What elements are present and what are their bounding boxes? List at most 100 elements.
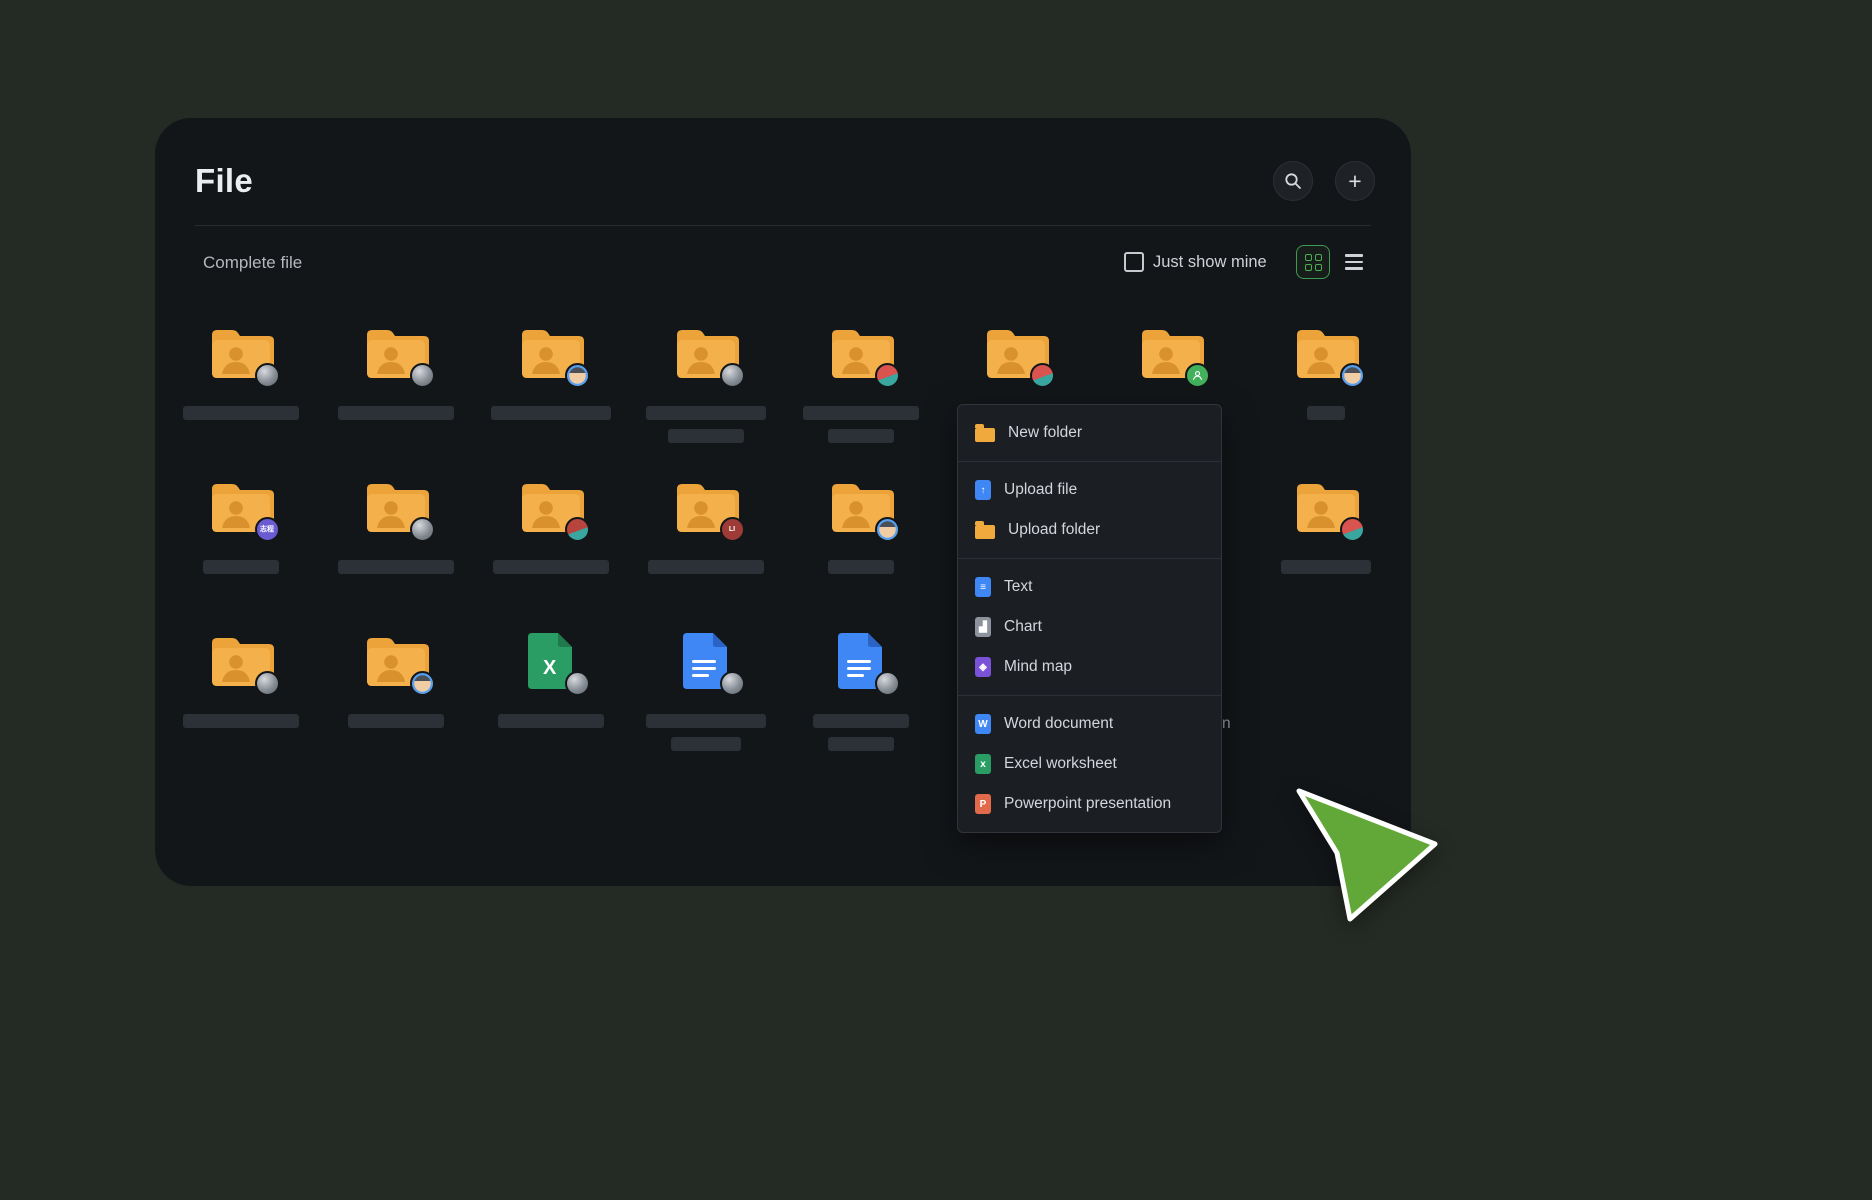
mind-map-icon: ◈ bbox=[975, 657, 991, 677]
folder-icon bbox=[518, 478, 584, 536]
folder-icon bbox=[363, 632, 429, 690]
excel-item[interactable]: X bbox=[473, 622, 628, 776]
name-placeholder-bar bbox=[813, 714, 909, 728]
avatar-badge bbox=[720, 671, 745, 696]
menu-item-label: Excel worksheet bbox=[1004, 755, 1117, 773]
grid-view-button[interactable] bbox=[1296, 245, 1330, 279]
menu-group: ≡Text ▟ Chart ◈ Mind map bbox=[958, 559, 1221, 695]
excel-file-icon: X bbox=[518, 632, 584, 690]
file-manager-window: File + Complete file Just show mine 志程LI… bbox=[155, 118, 1411, 886]
folder-item[interactable] bbox=[1248, 314, 1403, 468]
text-doc-icon: ≡ bbox=[975, 577, 991, 597]
menu-item-label: Mind map bbox=[1004, 658, 1072, 676]
folder-item[interactable] bbox=[318, 314, 473, 468]
menu-item-label: New folder bbox=[1008, 424, 1082, 442]
folder-icon bbox=[208, 324, 274, 382]
name-placeholder-bar bbox=[828, 560, 894, 574]
folder-icon: 志程 bbox=[208, 478, 274, 536]
folder-item[interactable] bbox=[473, 468, 628, 622]
search-button[interactable] bbox=[1273, 161, 1313, 201]
name-placeholder-bar bbox=[1281, 560, 1371, 574]
upload-file-icon: ↑ bbox=[975, 480, 991, 500]
name-placeholder-bar bbox=[183, 714, 299, 728]
page-title: File bbox=[195, 162, 253, 200]
menu-item-label: Upload file bbox=[1004, 481, 1077, 499]
menu-item-upload-file[interactable]: ↑ Upload file bbox=[958, 470, 1221, 510]
folder-item[interactable]: 志程 bbox=[163, 468, 318, 622]
folder-item[interactable] bbox=[628, 314, 783, 468]
header-divider bbox=[195, 225, 1371, 226]
menu-item-chart[interactable]: ▟ Chart bbox=[958, 607, 1221, 647]
doc-item[interactable] bbox=[783, 622, 938, 776]
folder-icon bbox=[1138, 324, 1204, 382]
menu-item-label: Upload folder bbox=[1008, 521, 1100, 539]
occluded-filename-fragment: n bbox=[1222, 715, 1231, 733]
avatar-badge bbox=[875, 517, 900, 542]
folder-item[interactable] bbox=[1248, 468, 1403, 622]
menu-item-label: Powerpoint presentation bbox=[1004, 795, 1171, 813]
folder-item[interactable] bbox=[318, 468, 473, 622]
folder-item[interactable] bbox=[163, 622, 318, 776]
name-placeholder-bar bbox=[803, 406, 919, 420]
avatar-badge bbox=[720, 363, 745, 388]
name-placeholder-bar bbox=[671, 737, 741, 751]
menu-item-label: Word document bbox=[1004, 715, 1113, 733]
word-icon: W bbox=[975, 714, 991, 734]
folder-icon bbox=[673, 324, 739, 382]
grid-view-icon bbox=[1305, 254, 1322, 271]
upload-folder-icon bbox=[975, 525, 995, 539]
name-placeholder-bar bbox=[646, 714, 766, 728]
search-icon bbox=[1284, 172, 1302, 190]
name-placeholder-bar bbox=[203, 560, 279, 574]
avatar-badge bbox=[255, 363, 280, 388]
new-folder-icon bbox=[975, 428, 995, 442]
just-show-mine-toggle[interactable]: Just show mine bbox=[1124, 252, 1267, 272]
svg-text:X: X bbox=[543, 657, 557, 679]
plus-icon: + bbox=[1348, 170, 1361, 193]
add-button[interactable]: + bbox=[1335, 161, 1375, 201]
just-show-mine-checkbox[interactable] bbox=[1124, 252, 1144, 272]
name-placeholder-bar bbox=[668, 429, 744, 443]
menu-item-word-document[interactable]: W Word document bbox=[958, 704, 1221, 744]
menu-item-powerpoint-presentation[interactable]: PPowerpoint presentation bbox=[958, 784, 1221, 824]
chart-doc-icon: ▟ bbox=[975, 617, 991, 637]
menu-item-text[interactable]: ≡Text bbox=[958, 567, 1221, 607]
menu-item-excel-worksheet[interactable]: xExcel worksheet bbox=[958, 744, 1221, 784]
folder-icon bbox=[828, 478, 894, 536]
name-placeholder-bar bbox=[498, 714, 604, 728]
list-view-button[interactable] bbox=[1341, 249, 1367, 275]
doc-item[interactable] bbox=[628, 622, 783, 776]
menu-group: ↑ Upload file Upload folder bbox=[958, 462, 1221, 558]
folder-icon bbox=[828, 324, 894, 382]
name-placeholder-bar bbox=[828, 429, 894, 443]
name-placeholder-bar bbox=[338, 560, 454, 574]
just-show-mine-label: Just show mine bbox=[1153, 253, 1267, 272]
avatar-badge bbox=[410, 517, 435, 542]
folder-item[interactable] bbox=[783, 468, 938, 622]
menu-group: W Word document xExcel worksheetPPowerpoin… bbox=[958, 696, 1221, 832]
menu-item-new-folder[interactable]: New folder bbox=[958, 413, 1221, 453]
folder-item[interactable]: LI bbox=[628, 468, 783, 622]
avatar-badge bbox=[565, 671, 590, 696]
folder-item[interactable] bbox=[163, 314, 318, 468]
menu-item-upload-folder[interactable]: Upload folder bbox=[958, 510, 1221, 550]
menu-group: New folder bbox=[958, 405, 1221, 461]
doc-file-icon bbox=[828, 632, 894, 690]
menu-item-mind-map[interactable]: ◈ Mind map bbox=[958, 647, 1221, 687]
folder-icon: LI bbox=[673, 478, 739, 536]
menu-item-label: Chart bbox=[1004, 618, 1042, 636]
avatar-badge bbox=[1185, 363, 1210, 388]
name-placeholder-bar bbox=[338, 406, 454, 420]
name-placeholder-bar bbox=[348, 714, 444, 728]
folder-icon bbox=[363, 324, 429, 382]
folder-item[interactable] bbox=[318, 622, 473, 776]
folder-item[interactable] bbox=[783, 314, 938, 468]
folder-icon bbox=[1293, 324, 1359, 382]
name-placeholder-bar bbox=[491, 406, 611, 420]
folder-item[interactable] bbox=[473, 314, 628, 468]
folder-icon bbox=[208, 632, 274, 690]
avatar-badge: 志程 bbox=[255, 517, 280, 542]
name-placeholder-bar bbox=[493, 560, 609, 574]
folder-icon bbox=[1293, 478, 1359, 536]
avatar-badge bbox=[565, 517, 590, 542]
